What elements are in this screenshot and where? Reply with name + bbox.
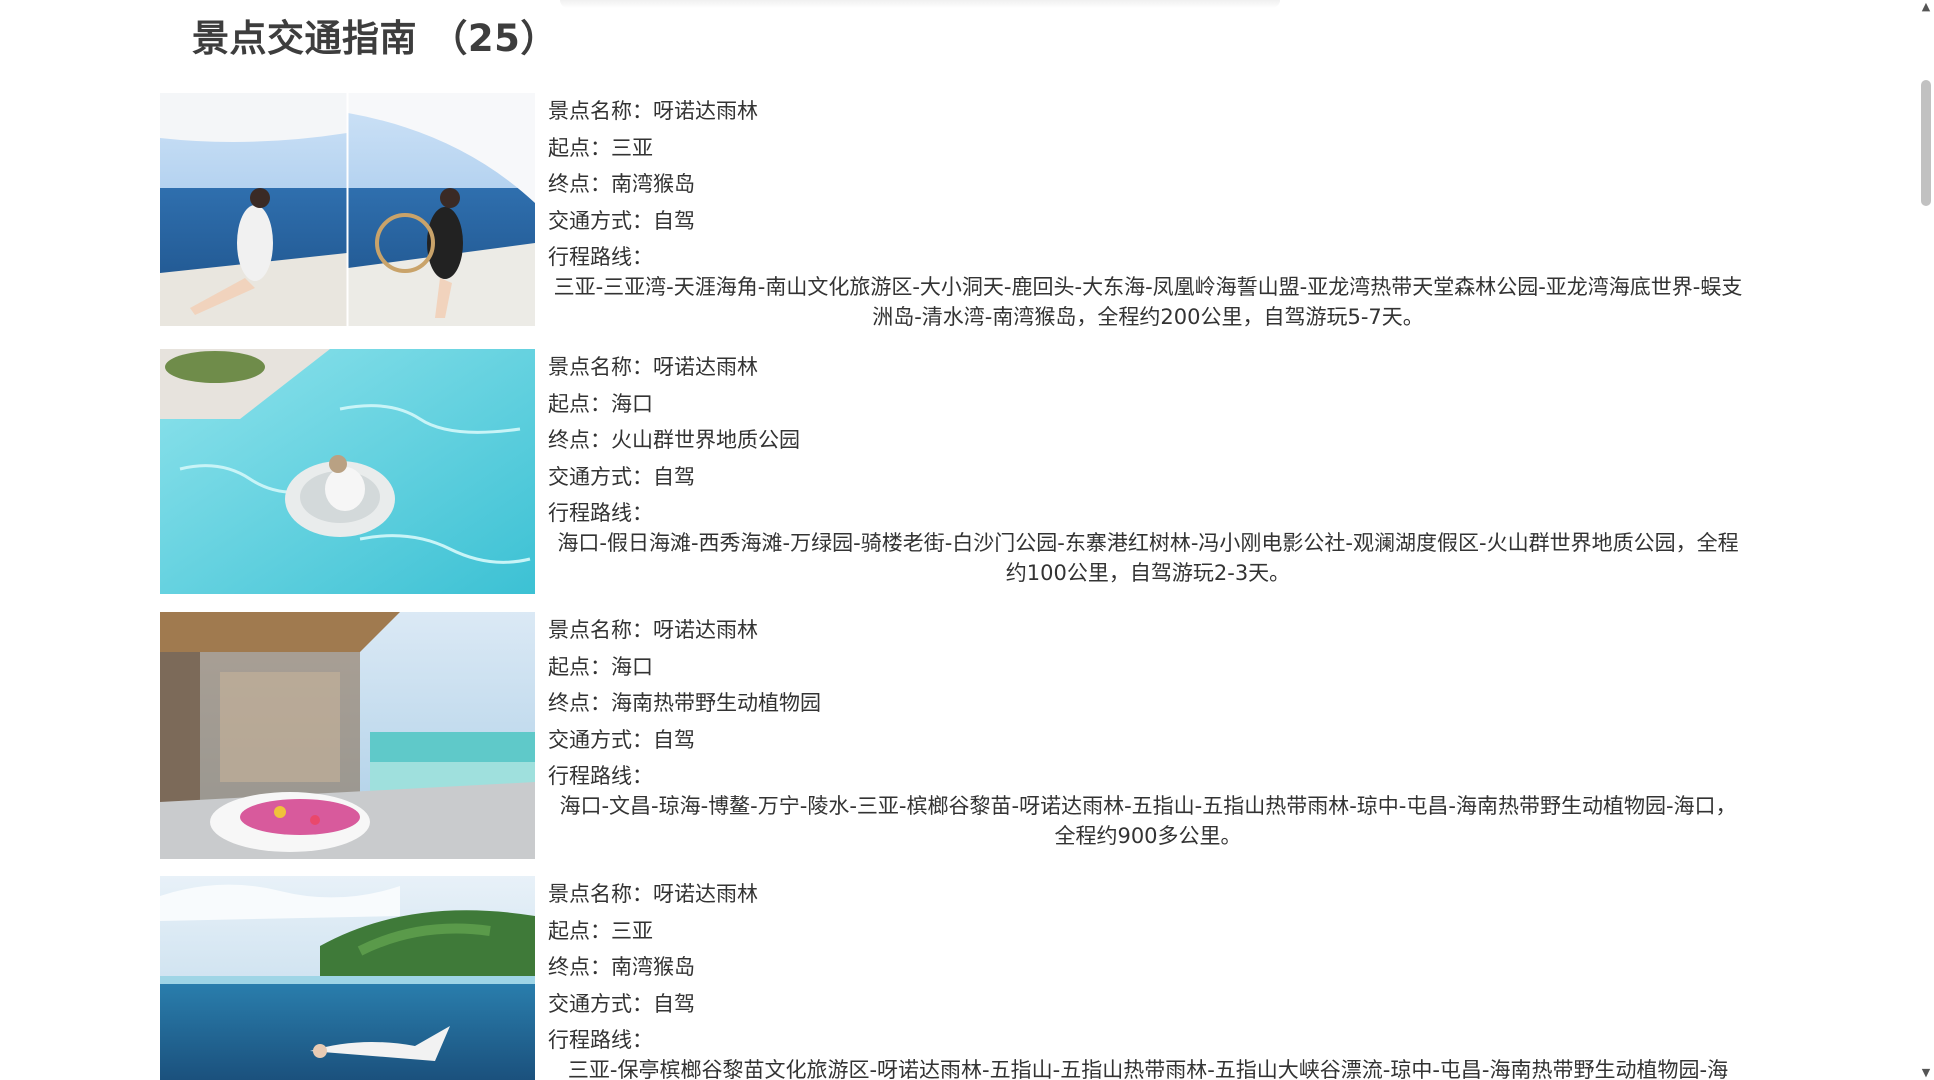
route-row: 行程路线： [548, 239, 1748, 276]
sailboat-photo[interactable] [160, 93, 535, 326]
name-label: 景点名称： [548, 355, 653, 379]
transport-value: 自驾 [653, 464, 695, 489]
route-row: 行程路线： [548, 495, 1748, 532]
top-shadow [560, 0, 1280, 8]
end-value: 南湾猴岛 [611, 172, 695, 196]
attraction-info: 景点名称：呀诺达雨林 起点：海口 终点：海南热带野生动植物园 交通方式：自驾 行… [548, 612, 1748, 852]
transport-row: 交通方式：自驾 [548, 722, 1748, 759]
page: 景点交通指南 （25） 景点名称：呀诺达雨林 起点：三亚 终点：南湾猴岛 交通方… [0, 0, 1934, 1080]
transport-label: 交通方式： [548, 464, 653, 489]
snorkel-photo[interactable] [160, 876, 535, 1080]
route-label: 行程路线： [548, 1028, 653, 1052]
route-description: 三亚-保亭槟榔谷黎苗文化旅游区-呀诺达雨林-五指山-五指山热带雨林-五指山大峡谷… [567, 1057, 1729, 1080]
pool-photo[interactable] [160, 349, 535, 594]
transport-label: 交通方式： [548, 208, 653, 233]
start-value: 三亚 [611, 918, 653, 943]
attraction-info: 景点名称：呀诺达雨林 起点：海口 终点：火山群世界地质公园 交通方式：自驾 行程… [548, 349, 1748, 589]
page-title: 景点交通指南 （25） [192, 17, 558, 60]
end-label: 终点： [548, 955, 611, 979]
transport-value: 自驾 [653, 208, 695, 233]
sailboat-photo-graphic [160, 93, 535, 326]
attraction-info: 景点名称：呀诺达雨林 起点：三亚 终点：南湾猴岛 交通方式：自驾 行程路线： 三… [548, 876, 1748, 1080]
route-row: 行程路线： [548, 1022, 1748, 1059]
vertical-scrollbar[interactable]: ▲ ▼ [1918, 0, 1934, 1080]
start-row: 起点：三亚 [548, 913, 1748, 950]
start-value: 海口 [611, 654, 653, 679]
start-label: 起点： [548, 135, 611, 160]
name-row: 景点名称：呀诺达雨林 [548, 349, 1748, 386]
start-label: 起点： [548, 391, 611, 416]
transport-row: 交通方式：自驾 [548, 986, 1748, 1023]
name-label: 景点名称： [548, 99, 653, 123]
route-description: 海口-文昌-琼海-博鳌-万宁-陵水-三亚-槟榔谷黎苗-呀诺达雨林-五指山-五指山… [559, 793, 1737, 849]
attraction-name: 呀诺达雨林 [653, 355, 758, 379]
end-label: 终点： [548, 691, 611, 715]
attraction-card[interactable]: 景点名称：呀诺达雨林 起点：海口 终点：海南热带野生动植物园 交通方式：自驾 行… [160, 612, 1750, 864]
end-value: 南湾猴岛 [611, 955, 695, 979]
attraction-card[interactable]: 景点名称：呀诺达雨林 起点：海口 终点：火山群世界地质公园 交通方式：自驾 行程… [160, 349, 1750, 599]
route-label: 行程路线： [548, 764, 653, 788]
transport-label: 交通方式： [548, 991, 653, 1016]
attraction-info: 景点名称：呀诺达雨林 起点：三亚 终点：南湾猴岛 交通方式：自驾 行程路线： 三… [548, 93, 1748, 333]
end-label: 终点： [548, 428, 611, 452]
start-row: 起点：三亚 [548, 130, 1748, 167]
name-row: 景点名称：呀诺达雨林 [548, 93, 1748, 130]
start-row: 起点：海口 [548, 649, 1748, 686]
attraction-name: 呀诺达雨林 [653, 99, 758, 123]
start-value: 海口 [611, 391, 653, 416]
villa-bath-photo[interactable] [160, 612, 535, 859]
attraction-name: 呀诺达雨林 [653, 882, 758, 906]
route-description: 三亚-三亚湾-天涯海角-南山文化旅游区-大小洞天-鹿回头-大东海-凤凰岭海誓山盟… [553, 274, 1743, 330]
end-row: 终点：火山群世界地质公园 [548, 422, 1748, 459]
name-label: 景点名称： [548, 882, 653, 906]
attraction-card[interactable]: 景点名称：呀诺达雨林 起点：三亚 终点：南湾猴岛 交通方式：自驾 行程路线： 三… [160, 876, 1750, 1080]
route-label: 行程路线： [548, 245, 653, 269]
route-description: 海口-假日海滩-西秀海滩-万绿园-骑楼老街-白沙门公园-东寨港红树林-冯小刚电影… [557, 530, 1739, 586]
transport-value: 自驾 [653, 991, 695, 1016]
scroll-down-icon[interactable]: ▼ [1920, 1067, 1932, 1079]
transport-row: 交通方式：自驾 [548, 459, 1748, 496]
name-label: 景点名称： [548, 618, 653, 642]
transport-label: 交通方式： [548, 727, 653, 752]
end-value: 火山群世界地质公园 [611, 428, 800, 452]
end-row: 终点：南湾猴岛 [548, 166, 1748, 203]
start-label: 起点： [548, 918, 611, 943]
name-row: 景点名称：呀诺达雨林 [548, 612, 1748, 649]
attraction-name: 呀诺达雨林 [653, 618, 758, 642]
start-row: 起点：海口 [548, 386, 1748, 423]
end-row: 终点：南湾猴岛 [548, 949, 1748, 986]
name-row: 景点名称：呀诺达雨林 [548, 876, 1748, 913]
transport-value: 自驾 [653, 727, 695, 752]
transport-row: 交通方式：自驾 [548, 203, 1748, 240]
attraction-card[interactable]: 景点名称：呀诺达雨林 起点：三亚 终点：南湾猴岛 交通方式：自驾 行程路线： 三… [160, 93, 1750, 333]
snorkel-photo-graphic [160, 876, 535, 1080]
end-value: 海南热带野生动植物园 [611, 691, 821, 715]
route-row: 行程路线： [548, 758, 1748, 795]
start-value: 三亚 [611, 135, 653, 160]
scroll-thumb[interactable] [1921, 80, 1931, 206]
pool-photo-graphic [160, 349, 535, 594]
start-label: 起点： [548, 654, 611, 679]
end-label: 终点： [548, 172, 611, 196]
end-row: 终点：海南热带野生动植物园 [548, 685, 1748, 722]
scroll-up-icon[interactable]: ▲ [1920, 1, 1932, 13]
route-label: 行程路线： [548, 501, 653, 525]
villa-bath-photo-graphic [160, 612, 535, 859]
